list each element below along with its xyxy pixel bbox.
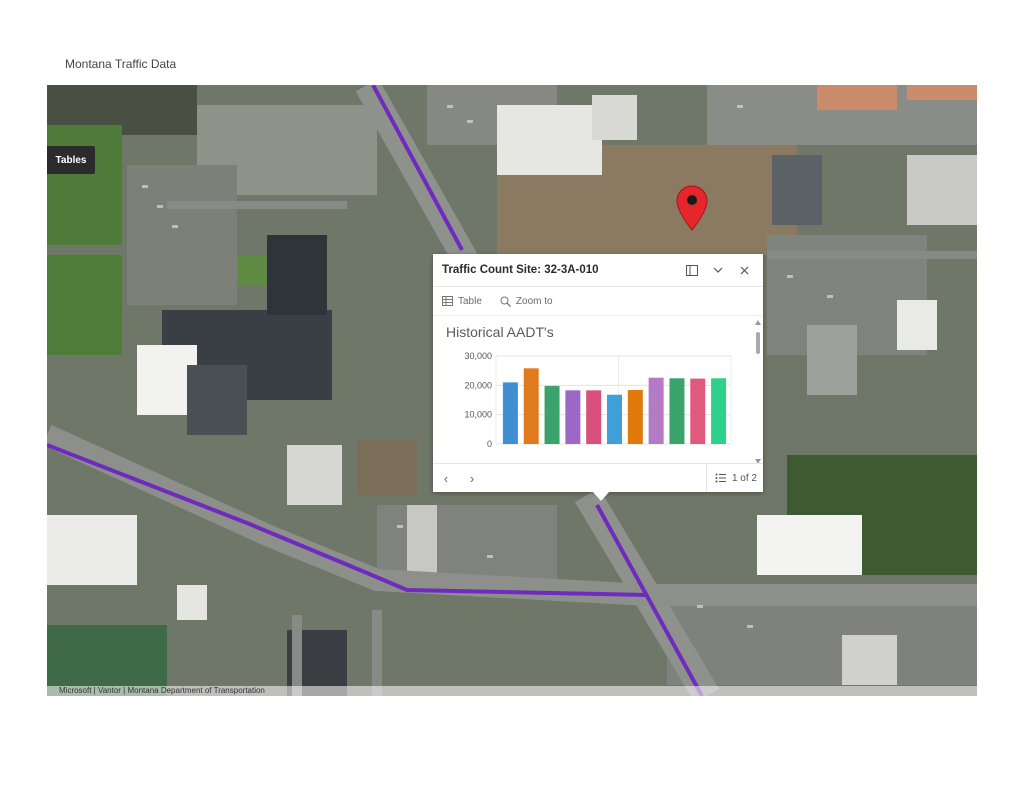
table-action-label: Table (458, 295, 482, 307)
popup-body: Historical AADT's 30,000 20,000 10,000 0 (433, 316, 763, 466)
y-tick-label: 30,000 (464, 352, 492, 361)
chart-bar[interactable] (648, 377, 664, 444)
map-attribution: Microsoft | Vantor | Montana Department … (47, 686, 977, 696)
table-icon (442, 296, 453, 306)
feature-popup: Traffic Count Site: 32-3A-010 Table Zoom… (433, 254, 763, 501)
chart-bar[interactable] (523, 368, 539, 444)
map-view[interactable]: Tables Microsoft | Vantor | Montana Depa… (47, 85, 977, 696)
chart-bar[interactable] (586, 390, 602, 444)
popup-footer: ‹ › 1 of 2 (433, 463, 763, 492)
pager-label: 1 of 2 (731, 472, 757, 484)
zoom-to-action-label: Zoom to (515, 295, 553, 307)
chart-bar[interactable] (502, 382, 518, 444)
next-arrow-icon[interactable]: › (459, 471, 485, 486)
chart-bar[interactable] (607, 394, 622, 444)
tables-button[interactable]: Tables (47, 146, 95, 174)
popup-header: Traffic Count Site: 32-3A-010 (433, 254, 763, 287)
dock-icon[interactable] (681, 259, 703, 281)
chart-bar[interactable] (669, 378, 685, 444)
chart-bar[interactable] (627, 390, 643, 444)
y-tick-label: 0 (487, 439, 492, 449)
close-icon[interactable] (733, 259, 755, 281)
popup-pointer (593, 492, 609, 501)
table-action[interactable]: Table (442, 296, 482, 307)
list-icon (715, 473, 726, 483)
zoom-icon (500, 296, 511, 307)
popup-actions: Table Zoom to (433, 287, 763, 316)
chart-bar[interactable] (690, 378, 706, 444)
previous-arrow-icon[interactable]: ‹ (433, 471, 459, 486)
y-tick-label: 20,000 (464, 380, 492, 390)
page-title: Montana Traffic Data (65, 57, 177, 71)
chart-title: Historical AADT's (446, 324, 554, 340)
map-pin-icon[interactable] (675, 184, 709, 232)
feature-pager[interactable]: 1 of 2 (705, 464, 763, 492)
popup-title: Traffic Count Site: 32-3A-010 (442, 264, 599, 276)
collapse-chevron-icon[interactable] (707, 259, 729, 281)
y-tick-label: 10,000 (464, 410, 492, 420)
chart-bar[interactable] (711, 378, 727, 444)
chart-bar[interactable] (565, 390, 581, 444)
popup-scrollbar[interactable] (755, 320, 761, 464)
aadt-bar-chart: 30,000 20,000 10,000 0 (464, 352, 732, 449)
zoom-to-action[interactable]: Zoom to (500, 296, 553, 307)
chart-bar[interactable] (544, 385, 560, 444)
